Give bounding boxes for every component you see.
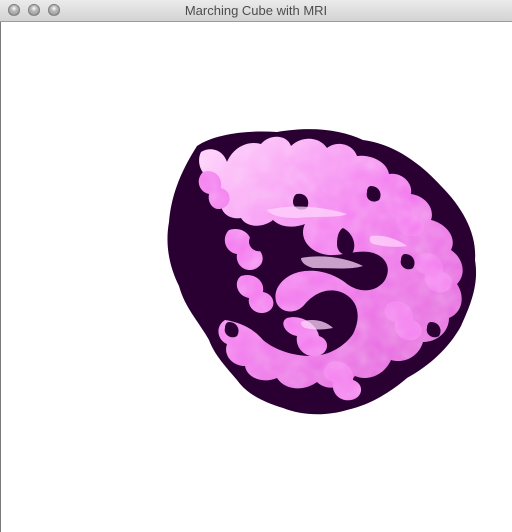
render-viewport[interactable] xyxy=(0,22,512,532)
mri-brain-render xyxy=(167,129,477,415)
app-window: Marching Cube with MRI xyxy=(0,0,512,532)
title-bar[interactable]: Marching Cube with MRI xyxy=(0,0,512,22)
window-title: Marching Cube with MRI xyxy=(184,3,328,18)
